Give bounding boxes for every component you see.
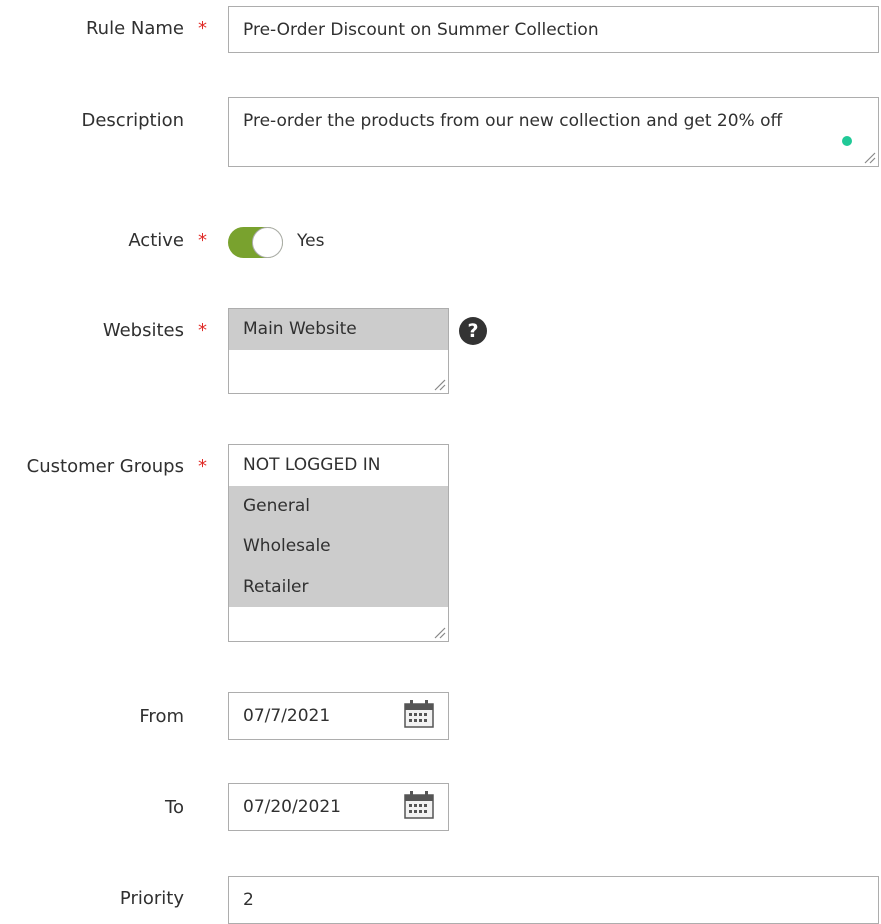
resize-handle-icon[interactable] bbox=[862, 150, 876, 164]
to-date-value: 07/20/2021 bbox=[243, 797, 341, 817]
description-value: Pre-order the products from our new coll… bbox=[243, 111, 783, 131]
toggle-knob bbox=[252, 227, 283, 258]
priority-input[interactable]: 2 bbox=[228, 876, 879, 924]
option-main-website[interactable]: Main Website bbox=[229, 309, 448, 350]
priority-value: 2 bbox=[243, 890, 254, 910]
description-textarea[interactable]: Pre-order the products from our new coll… bbox=[228, 97, 879, 167]
rule-name-value: Pre-Order Discount on Summer Collection bbox=[243, 19, 599, 40]
active-label: Active bbox=[128, 230, 184, 251]
calendar-icon[interactable] bbox=[403, 699, 435, 729]
rule-name-input[interactable]: Pre-Order Discount on Summer Collection bbox=[228, 6, 879, 53]
required-marker: * bbox=[198, 18, 207, 39]
required-marker: * bbox=[198, 456, 207, 477]
option-wholesale[interactable]: Wholesale bbox=[229, 526, 448, 567]
option-not-logged-in[interactable]: NOT LOGGED IN bbox=[229, 445, 448, 486]
option-retailer[interactable]: Retailer bbox=[229, 566, 448, 607]
customer-groups-multiselect[interactable]: NOT LOGGED IN General Wholesale Retailer bbox=[228, 444, 449, 642]
from-label: From bbox=[139, 706, 184, 727]
from-date-value: 07/7/2021 bbox=[243, 706, 331, 726]
required-marker: * bbox=[198, 320, 207, 341]
required-marker: * bbox=[198, 230, 207, 251]
option-general[interactable]: General bbox=[229, 485, 448, 526]
resize-handle-icon[interactable] bbox=[432, 625, 446, 639]
resize-handle-icon[interactable] bbox=[432, 377, 446, 391]
calendar-icon[interactable] bbox=[403, 790, 435, 820]
description-label: Description bbox=[81, 110, 184, 131]
priority-label: Priority bbox=[119, 888, 184, 909]
to-label: To bbox=[165, 797, 184, 818]
websites-label: Websites bbox=[102, 320, 184, 341]
rule-name-label: Rule Name bbox=[85, 18, 184, 39]
active-toggle[interactable] bbox=[228, 227, 283, 258]
active-state-label: Yes bbox=[297, 231, 325, 251]
grammar-check-dot[interactable] bbox=[842, 136, 852, 146]
websites-multiselect[interactable]: Main Website bbox=[228, 308, 449, 394]
customer-groups-label: Customer Groups bbox=[26, 456, 184, 477]
help-icon[interactable]: ? bbox=[459, 317, 487, 345]
